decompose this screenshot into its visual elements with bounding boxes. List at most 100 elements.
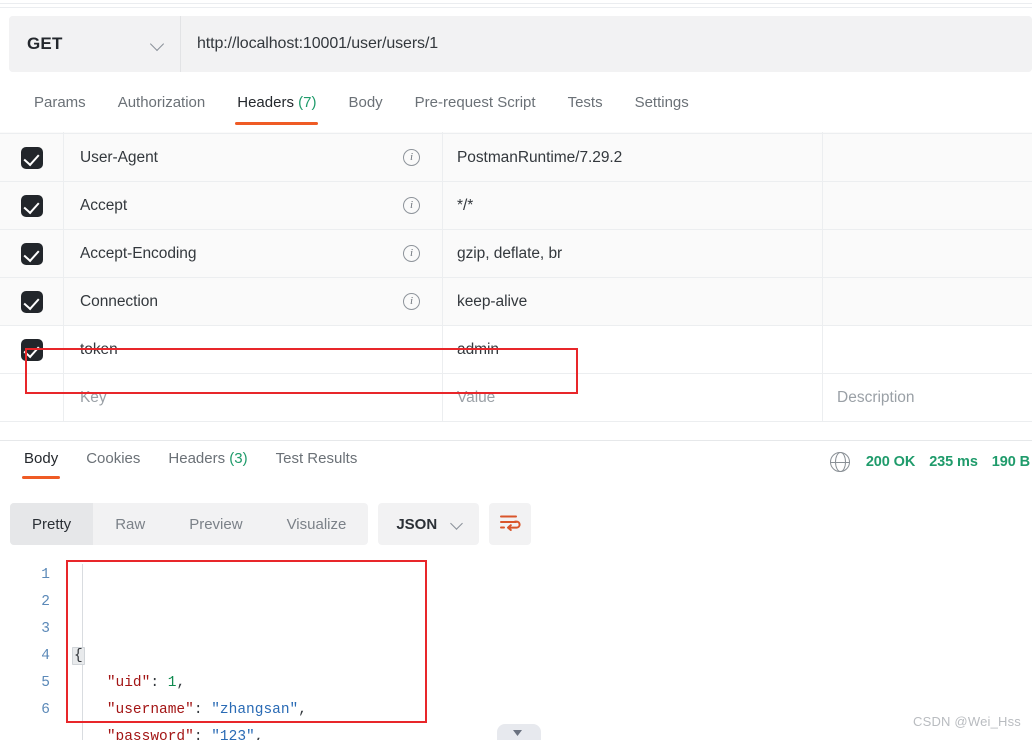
header-key-placeholder: Key (80, 388, 107, 406)
table-row[interactable]: Accept-Encoding gzip, deflate, br (0, 230, 1032, 278)
tab-headers-label: Headers (237, 94, 294, 111)
header-enabled-checkbox[interactable] (0, 278, 64, 325)
table-row[interactable]: User-Agent PostmanRuntime/7.29.2 (0, 134, 1032, 182)
json-token-k: "uid" (106, 675, 151, 691)
tab-authorization[interactable]: Authorization (102, 88, 222, 125)
json-token-p (72, 729, 107, 740)
view-mode-preview[interactable]: Preview (167, 503, 264, 545)
header-value-cell[interactable]: admin (443, 326, 823, 373)
tab-settings-label: Settings (634, 94, 689, 111)
tab-settings[interactable]: Settings (619, 88, 705, 125)
table-row[interactable]: Accept */* (0, 182, 1032, 230)
header-enabled-checkbox[interactable] (0, 326, 64, 373)
response-format-label: JSON (396, 515, 438, 533)
response-tab-cookies[interactable]: Cookies (72, 441, 154, 481)
view-mode-pretty[interactable]: Pretty (10, 503, 94, 545)
view-mode-preview-label: Preview (189, 515, 243, 533)
response-format-selector[interactable]: JSON (378, 503, 480, 545)
tab-tests[interactable]: Tests (552, 88, 619, 125)
header-value-placeholder[interactable]: Value (443, 374, 823, 421)
json-token-s: "zhangsan" (211, 702, 299, 718)
view-mode-pretty-label: Pretty (32, 515, 72, 533)
header-key-cell-new[interactable]: Key (64, 374, 443, 421)
line-number: 5 (41, 675, 50, 691)
chevron-down-icon (150, 36, 166, 52)
json-token-s: "123" (211, 729, 255, 740)
tab-pre-request-script[interactable]: Pre-request Script (399, 88, 552, 125)
response-status-bar: 200 OK 235 ms 190 B (829, 452, 1032, 472)
tab-headers[interactable]: Headers (7) (221, 88, 332, 125)
header-key-text: Accept (80, 196, 128, 214)
json-token-p: : (193, 702, 212, 718)
json-code-block: 1 2 3 4 5 6 { "uid": 1, "username": "zhangsan… (0, 562, 333, 740)
table-row-new[interactable]: Key Value Description (0, 374, 1032, 422)
header-key-cell[interactable]: Connection (64, 278, 443, 325)
header-value-cell[interactable]: PostmanRuntime/7.29.2 (443, 134, 823, 181)
header-description-cell[interactable] (823, 230, 1032, 277)
wrap-text-icon[interactable] (489, 503, 532, 545)
view-mode-visualize[interactable]: Visualize (265, 503, 369, 545)
header-enabled-checkbox[interactable] (0, 134, 64, 181)
http-method-selector[interactable]: GET (9, 16, 181, 72)
tab-headers-count: (7) (298, 94, 317, 111)
json-token-p (72, 675, 107, 691)
response-body-viewer[interactable]: 1 2 3 4 5 6 { "uid": 1, "username": "zhangsan… (0, 556, 1032, 740)
table-row[interactable]: token admin (0, 326, 1032, 374)
json-line: "password": "123", (72, 724, 333, 740)
response-tab-cookies-label: Cookies (86, 450, 141, 467)
header-description-cell[interactable] (823, 326, 1032, 373)
response-tab-headers-count: (3) (229, 450, 248, 467)
header-key-cell[interactable]: token (64, 326, 443, 373)
header-enabled-checkbox[interactable] (0, 182, 64, 229)
watermark-text: CSDN @Wei_Hss (912, 714, 1021, 729)
header-description-cell[interactable] (823, 134, 1032, 181)
response-tab-test-results[interactable]: Test Results (262, 441, 372, 481)
response-tab-body-label: Body (24, 450, 59, 467)
line-number-gutter: 1 2 3 4 5 6 (0, 562, 62, 740)
tab-params-label: Params (34, 94, 86, 111)
line-number: 6 (41, 702, 50, 718)
tab-pre-request-script-label: Pre-request Script (414, 94, 536, 111)
checkmark-icon (20, 242, 43, 265)
view-mode-raw-label: Raw (115, 515, 146, 533)
table-row[interactable]: Connection keep-alive (0, 278, 1032, 326)
collapse-response-handle[interactable] (497, 724, 541, 740)
tab-authorization-label: Authorization (117, 94, 206, 111)
json-token-k: "password" (106, 729, 194, 740)
headers-table-scroll-area[interactable]: Host<calculated when request is sent>Use… (0, 125, 1032, 440)
header-description-placeholder[interactable]: Description (823, 374, 1032, 421)
response-tab-headers[interactable]: Headers (3) (154, 441, 261, 481)
json-line: { (72, 643, 333, 670)
tab-body[interactable]: Body (332, 88, 398, 125)
header-key-cell[interactable]: User-Agent (64, 134, 443, 181)
header-description-cell[interactable] (823, 278, 1032, 325)
info-icon[interactable] (403, 245, 420, 262)
json-token-p: , (298, 702, 307, 718)
line-number: 2 (41, 594, 50, 610)
header-value-cell[interactable]: gzip, deflate, br (443, 230, 823, 277)
view-mode-raw[interactable]: Raw (93, 503, 167, 545)
globe-icon[interactable] (829, 452, 850, 472)
header-description-cell[interactable] (823, 182, 1032, 229)
header-key-cell[interactable]: Accept-Encoding (64, 230, 443, 277)
response-view-toolbar: Pretty Raw Preview Visualize JSON (10, 503, 532, 545)
info-icon[interactable] (403, 149, 420, 166)
header-value-cell[interactable]: keep-alive (443, 278, 823, 325)
tab-body-label: Body (348, 94, 383, 111)
info-icon[interactable] (403, 293, 420, 310)
chevron-down-icon (451, 517, 465, 531)
tab-tests-label: Tests (567, 94, 603, 111)
status-code: 200 OK (865, 454, 916, 470)
request-url-input[interactable] (181, 16, 1032, 72)
line-number: 4 (41, 648, 50, 664)
tab-params[interactable]: Params (18, 88, 102, 125)
header-enabled-checkbox-new[interactable] (0, 374, 64, 421)
header-key-text: token (80, 340, 118, 358)
info-icon[interactable] (403, 197, 420, 214)
header-value-cell[interactable]: */* (443, 182, 823, 229)
view-mode-visualize-label: Visualize (286, 515, 347, 533)
header-enabled-checkbox[interactable] (0, 230, 64, 277)
response-tab-body[interactable]: Body (10, 441, 72, 481)
json-line: "username": "zhangsan", (72, 697, 333, 724)
header-key-cell[interactable]: Accept (64, 182, 443, 229)
